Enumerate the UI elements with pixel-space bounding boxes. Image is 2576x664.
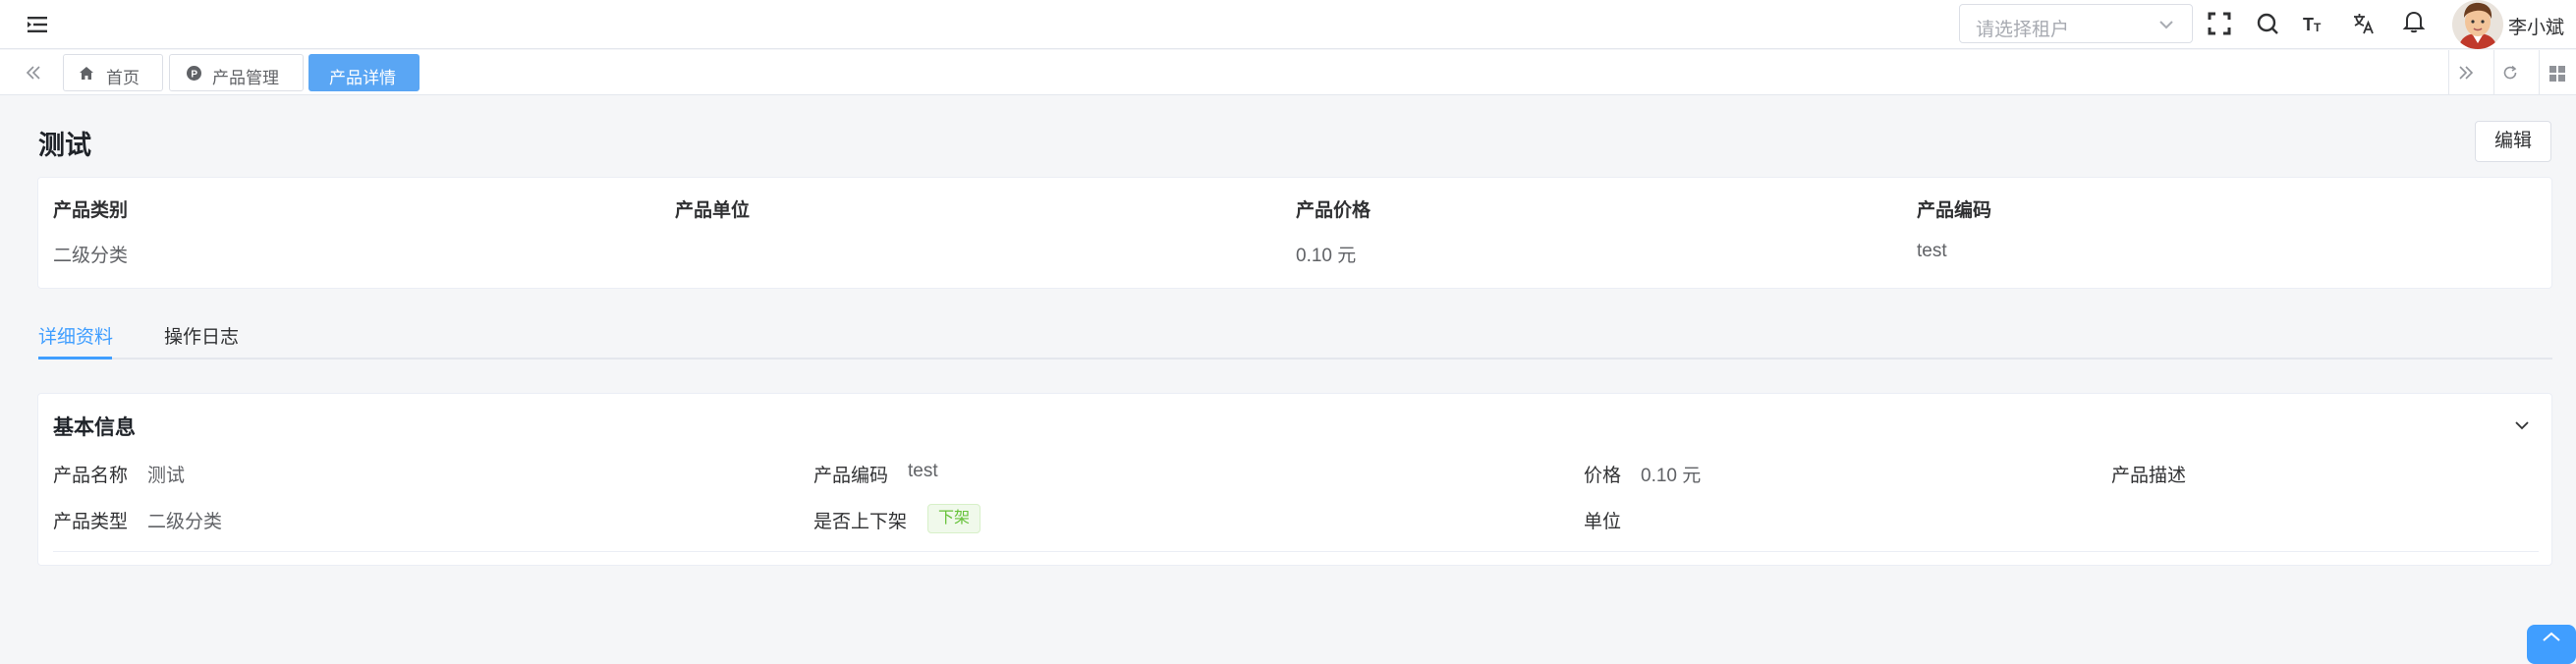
summary-item: 产品单位 xyxy=(675,195,750,262)
field-label: 价格 xyxy=(1584,466,1622,486)
field-label: 产品编码 xyxy=(813,466,889,486)
summary-value: 二级分类 xyxy=(53,246,129,266)
divider xyxy=(53,551,2539,552)
search-icon[interactable] xyxy=(2255,11,2280,36)
tab-product-management[interactable]: P 产品管理 xyxy=(169,54,304,91)
arrow-up-icon xyxy=(2543,632,2560,641)
field-label: 产品描述 xyxy=(2111,466,2187,486)
tab-product-management-label: 产品管理 xyxy=(212,69,279,87)
svg-text:T: T xyxy=(2314,21,2322,34)
basic-info-title: 基本信息 xyxy=(53,416,136,439)
tabs-divider xyxy=(38,358,2552,360)
user-name[interactable]: 李小斌 xyxy=(2508,13,2564,39)
font-size-icon[interactable]: T T xyxy=(2302,11,2327,36)
summary-item: 产品编码 test xyxy=(1917,195,1991,262)
fullscreen-icon[interactable] xyxy=(2207,11,2232,36)
summary-item: 产品类别 二级分类 xyxy=(53,195,129,266)
summary-value: 0.10 元 xyxy=(1296,246,1357,266)
chevron-down-icon xyxy=(2159,21,2173,29)
tab-home-label: 首页 xyxy=(106,69,140,87)
tab-operation-log[interactable]: 操作日志 xyxy=(164,322,239,349)
summary-label: 产品编码 xyxy=(1917,200,1992,221)
scroll-left-icon[interactable] xyxy=(26,66,41,80)
edit-button[interactable]: 编辑 xyxy=(2475,121,2551,162)
status-badge: 下架 xyxy=(927,504,981,533)
tab-home[interactable]: 首页 xyxy=(63,54,163,91)
translate-icon[interactable] xyxy=(2351,11,2377,36)
home-icon xyxy=(80,67,93,80)
summary-label: 产品单位 xyxy=(675,200,751,221)
field-value: test xyxy=(908,461,938,481)
bell-icon[interactable] xyxy=(2401,9,2427,34)
scroll-right-button[interactable] xyxy=(2448,50,2480,95)
summary-label: 产品类别 xyxy=(53,200,129,221)
avatar[interactable] xyxy=(2452,0,2503,49)
summary-card: 产品类别 二级分类 产品单位 产品价格 0.10 元 产品编码 test xyxy=(37,177,2552,289)
field-label: 是否上下架 xyxy=(813,512,908,532)
back-to-top-button[interactable] xyxy=(2527,625,2576,664)
top-header: 请选择租户 T T 李小斌 xyxy=(0,0,2576,49)
field-label: 产品类型 xyxy=(53,512,129,532)
svg-text:T: T xyxy=(2303,15,2314,34)
field-value: 0.10 元 xyxy=(1641,466,1702,486)
tab-product-detail[interactable]: 产品详情 xyxy=(308,54,420,91)
field-value: 二级分类 xyxy=(147,512,223,532)
page-title: 测试 xyxy=(38,131,91,160)
svg-text:P: P xyxy=(191,70,197,81)
collapse-chevron-icon[interactable] xyxy=(2514,419,2530,431)
summary-value: test xyxy=(1917,241,1947,261)
summary-label: 产品价格 xyxy=(1296,200,1372,221)
tab-menu-button[interactable] xyxy=(2539,50,2576,95)
summary-value xyxy=(675,241,750,262)
basic-info-panel: 基本信息 产品名称 测试 产品编码 test 价格 0.10 元 产品描述 产品… xyxy=(37,393,2552,566)
tab-details[interactable]: 详细资料 xyxy=(38,322,113,349)
refresh-icon xyxy=(2503,65,2517,80)
refresh-button[interactable] xyxy=(2493,50,2525,95)
tenant-select-placeholder: 请选择租户 xyxy=(1976,20,2070,40)
active-tab-indicator xyxy=(38,357,112,360)
tenant-select[interactable]: 请选择租户 xyxy=(1959,4,2193,43)
product-icon: P xyxy=(187,66,201,81)
scroll-right-icon xyxy=(2459,66,2474,80)
field-value: 测试 xyxy=(147,466,186,486)
grid-icon xyxy=(2549,66,2565,82)
summary-item: 产品价格 0.10 元 xyxy=(1296,195,1372,266)
menu-fold-icon[interactable] xyxy=(28,16,47,33)
field-label: 单位 xyxy=(1584,512,1622,532)
tab-product-detail-label: 产品详情 xyxy=(329,69,396,87)
field-label: 产品名称 xyxy=(53,466,129,486)
